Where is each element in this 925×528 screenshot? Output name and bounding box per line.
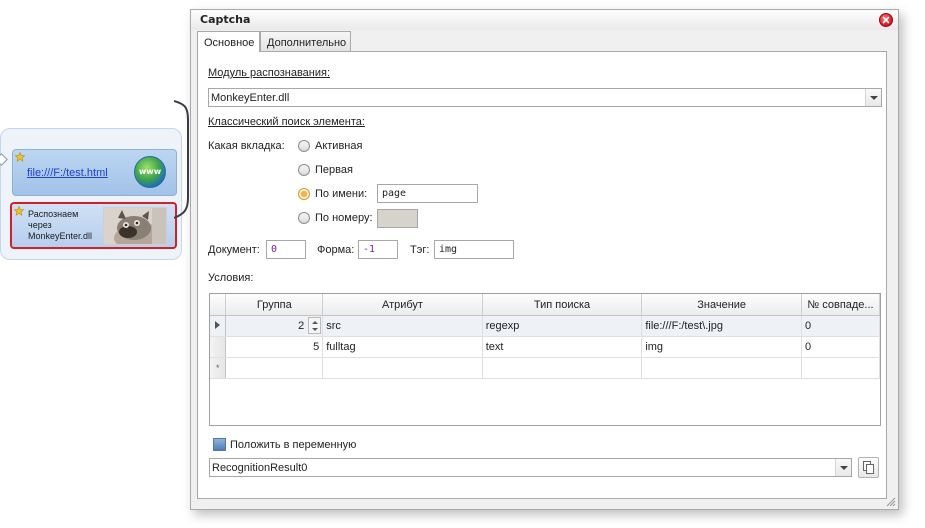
row-header-cell[interactable] [210, 336, 227, 358]
variable-select-value: RecognitionResult0 [212, 462, 308, 474]
grid-corner-cell [210, 294, 227, 316]
cell-value[interactable]: file:///F:/test\.jpg [641, 315, 802, 337]
cell-search-type[interactable]: text [482, 336, 643, 358]
form-input[interactable]: -1 [358, 240, 398, 259]
conditions-label: Условия: [208, 272, 254, 284]
radio-active-tab-label[interactable]: Активная [315, 140, 362, 152]
form-label: Форма: [317, 244, 355, 256]
new-cell[interactable] [225, 357, 324, 379]
cell-attribute[interactable]: src [322, 315, 483, 337]
col-header-value[interactable]: Значение [641, 294, 802, 316]
new-cell[interactable] [801, 357, 880, 379]
cell-match-number[interactable]: 0 [801, 315, 880, 337]
chevron-down-icon[interactable] [835, 459, 851, 476]
tab-name-input[interactable]: page [377, 184, 478, 203]
radio-active-tab[interactable] [298, 140, 310, 152]
grid-header-row: Группа Атрибут Тип поиска Значение № сов… [210, 294, 880, 316]
radio-by-number-label[interactable]: По номеру: [315, 212, 373, 224]
dialog-titlebar[interactable]: Captcha [191, 10, 898, 30]
cell-group-value: 2 [298, 320, 305, 332]
cell-group[interactable]: 2 [225, 315, 324, 337]
copy-button[interactable] [858, 457, 879, 478]
conditions-grid[interactable]: Группа Атрибут Тип поиска Значение № сов… [209, 293, 881, 426]
col-header-match-number[interactable]: № совпаде... [801, 294, 880, 316]
new-cell[interactable] [322, 357, 483, 379]
radio-first-tab-label[interactable]: Первая [315, 164, 353, 176]
cell-search-type[interactable]: regexp [482, 315, 643, 337]
cell-attribute[interactable]: fulltag [322, 336, 483, 358]
variable-select[interactable]: RecognitionResult0 [209, 458, 852, 477]
flow-group-container: file:///F:/test.html www Распознаем чере… [0, 128, 182, 260]
star-icon [14, 206, 24, 216]
radio-by-name[interactable] [298, 188, 310, 200]
col-header-attribute[interactable]: Атрибут [322, 294, 483, 316]
classic-search-label: Классический поиск элемента: [208, 116, 365, 128]
save-to-variable-label[interactable]: Положить в переменную [230, 439, 356, 451]
col-header-group[interactable]: Группа [225, 294, 324, 316]
close-icon[interactable] [879, 13, 893, 27]
document-label: Документ: [208, 244, 260, 256]
chevron-down-icon[interactable] [865, 89, 881, 106]
radio-by-name-label[interactable]: По имени: [315, 188, 367, 200]
cell-value[interactable]: img [641, 336, 802, 358]
document-input[interactable]: 0 [266, 240, 306, 259]
copy-icon [863, 461, 874, 474]
new-cell[interactable] [641, 357, 802, 379]
captcha-action-node[interactable]: Распознаем через MonkeyEnter.dll [10, 202, 177, 249]
tab-panel-main: Модуль распознавания: MonkeyEnter.dll Кл… [197, 51, 887, 499]
col-header-search-type[interactable]: Тип поиска [482, 294, 643, 316]
module-select[interactable]: MonkeyEnter.dll [208, 88, 882, 107]
flow-input-port[interactable] [0, 153, 8, 166]
globe-icon-text: www [138, 167, 162, 176]
globe-icon: www [134, 156, 166, 188]
module-select-value: MonkeyEnter.dll [211, 92, 290, 104]
new-cell[interactable] [482, 357, 643, 379]
tab-additional[interactable]: Дополнительно [260, 31, 351, 51]
captcha-node-label: Распознаем через MonkeyEnter.dll [28, 209, 93, 241]
table-row[interactable]: 5 fulltag text img 0 [210, 336, 880, 358]
dialog-title: Captcha [200, 13, 251, 26]
table-row[interactable]: 2 src regexp file:///F:/test\.jpg 0 [210, 315, 880, 337]
captcha-dialog: Captcha Основное Дополнительно Модуль ра… [190, 9, 899, 510]
navigate-node-label[interactable]: file:///F:/test.html [27, 167, 108, 179]
tag-input[interactable]: img [434, 240, 514, 259]
save-to-variable-checkbox[interactable] [213, 438, 226, 451]
cat-thumbnail-image [103, 207, 167, 245]
radio-first-tab[interactable] [298, 164, 310, 176]
which-tab-label: Какая вкладка: [208, 140, 285, 152]
navigate-action-node[interactable]: file:///F:/test.html www [12, 149, 177, 196]
new-row-asterisk-icon[interactable]: * [210, 357, 227, 379]
cell-group[interactable]: 5 [225, 336, 324, 358]
row-pointer-icon[interactable] [210, 315, 227, 337]
radio-by-number[interactable] [298, 212, 310, 224]
tab-main[interactable]: Основное [197, 31, 260, 52]
resize-grip-icon[interactable] [884, 495, 896, 507]
cell-match-number[interactable]: 0 [801, 336, 880, 358]
star-icon [15, 152, 25, 162]
spinner-arrows-icon[interactable] [308, 317, 322, 334]
tag-label: Тэг: [410, 244, 430, 256]
new-row[interactable]: * [210, 357, 880, 379]
module-label: Модуль распознавания: [208, 67, 331, 79]
tab-number-input[interactable] [377, 209, 418, 228]
